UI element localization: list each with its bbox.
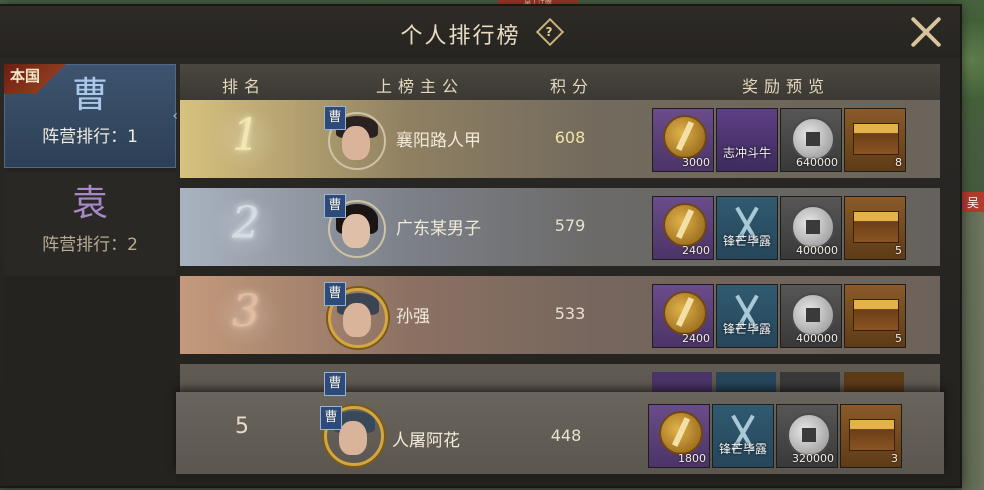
column-rewards: 奖励预览 [742, 77, 831, 96]
reward-token-item[interactable] [652, 372, 712, 394]
reward-title-item[interactable] [716, 372, 776, 394]
coin-icon [791, 117, 835, 161]
reward-token-item[interactable]: 3000 [652, 108, 714, 172]
table-row[interactable]: 2 曹 广东某男子 579 2400 锋芒毕露 400000 5 [180, 188, 940, 266]
reward-title-item[interactable]: 锋芒毕露 [712, 404, 774, 468]
reward-list: 3000 志冲斗牛 640000 8 [652, 108, 912, 172]
player-name: 孙强 [396, 307, 430, 327]
player-score: 533 [554, 304, 586, 323]
reward-chest-item[interactable]: 5 [844, 284, 906, 348]
reward-list: 1800 锋芒毕露 320000 3 [648, 404, 908, 468]
rank-number: 5 [235, 414, 249, 439]
table-row[interactable]: 曹 [180, 364, 940, 396]
tab-camp-yuan[interactable]: 袁 阵营排行：2 [4, 172, 176, 276]
token-icon [663, 203, 707, 247]
column-rank: 排名 [222, 77, 267, 96]
reward-coin-item[interactable]: 400000 [780, 196, 842, 260]
chevron-left-icon: ‹ [172, 108, 178, 124]
chest-icon [853, 211, 899, 243]
reward-chest-item[interactable]: 5 [844, 196, 906, 260]
close-icon[interactable] [906, 12, 946, 52]
reward-token-item[interactable]: 2400 [652, 284, 714, 348]
reward-coin-item[interactable]: 400000 [780, 284, 842, 348]
my-rank-row[interactable]: 5 曹 人屠阿花 448 1800 锋芒毕露 320000 3 [176, 392, 944, 474]
camp-glyph: 袁 [71, 183, 108, 224]
column-score: 积分 [550, 77, 595, 96]
reward-coin-item[interactable]: 320000 [776, 404, 838, 468]
own-country-ribbon: 本国 [4, 64, 76, 94]
coin-icon [791, 205, 835, 249]
reward-coin-item[interactable]: 640000 [780, 108, 842, 172]
title-bar: 个人排行榜 ? [0, 6, 960, 58]
rank-number: 3 [232, 286, 260, 337]
player-name: 广东某男子 [396, 219, 481, 239]
reward-chest-item[interactable] [844, 372, 904, 394]
reward-chest-item[interactable]: 3 [840, 404, 902, 468]
tab-camp-cao[interactable]: 本国 曹 阵营排行：1 ‹ [4, 64, 178, 168]
player-score: 579 [554, 216, 586, 235]
map-region-tag[interactable]: 吴 [962, 192, 984, 212]
chest-icon [853, 123, 899, 155]
faction-badge: 曹 [324, 282, 346, 306]
reward-token-item[interactable]: 1800 [648, 404, 710, 468]
coin-icon [787, 413, 831, 457]
token-icon [663, 115, 707, 159]
reward-title-item[interactable]: 锋芒毕露 [716, 284, 778, 348]
faction-badge: 曹 [324, 372, 346, 396]
rank-number: 1 [232, 110, 260, 161]
faction-badge: 曹 [320, 406, 342, 430]
column-lord: 上榜主公 [376, 77, 465, 96]
player-score: 608 [554, 128, 586, 147]
reward-list: 2400 锋芒毕露 400000 5 [652, 284, 912, 348]
reward-list: 2400 锋芒毕露 400000 5 [652, 196, 912, 260]
player-score: 448 [550, 426, 582, 445]
chest-icon [853, 299, 899, 331]
table-row[interactable]: 3 曹 孙强 533 2400 锋芒毕露 400000 5 [180, 276, 940, 354]
faction-badge: 曹 [324, 106, 346, 130]
reward-coin-item[interactable] [780, 372, 840, 394]
rank-number: 2 [232, 198, 260, 249]
token-icon [659, 411, 703, 455]
map-road [962, 210, 984, 490]
token-icon [663, 291, 707, 335]
faction-badge: 曹 [324, 194, 346, 218]
table-row[interactable]: 1 曹 襄阳路人甲 608 3000 志冲斗牛 640000 8 [180, 100, 940, 178]
camp-rank-label: 阵营排行：1 [42, 127, 138, 147]
camp-rank-label: 阵营排行：2 [42, 235, 138, 255]
table-header: 排名 上榜主公 积分 奖励预览 [180, 64, 940, 102]
reward-title-item[interactable]: 志冲斗牛 [716, 108, 778, 172]
page-title: 个人排行榜 [400, 24, 521, 49]
coin-icon [791, 293, 835, 337]
help-icon[interactable]: ? [535, 17, 564, 47]
faction-tabs: 本国 曹 阵营排行：1 ‹ 袁 阵营排行：2 [4, 64, 178, 486]
reward-token-item[interactable]: 2400 [652, 196, 714, 260]
player-name: 人屠阿花 [392, 431, 460, 451]
player-name: 襄阳路人甲 [396, 131, 481, 151]
panel-title: 个人排行榜 ? [0, 17, 960, 50]
reward-title-item[interactable]: 锋芒毕露 [716, 196, 778, 260]
reward-chest-item[interactable]: 8 [844, 108, 906, 172]
chest-icon [849, 419, 895, 451]
